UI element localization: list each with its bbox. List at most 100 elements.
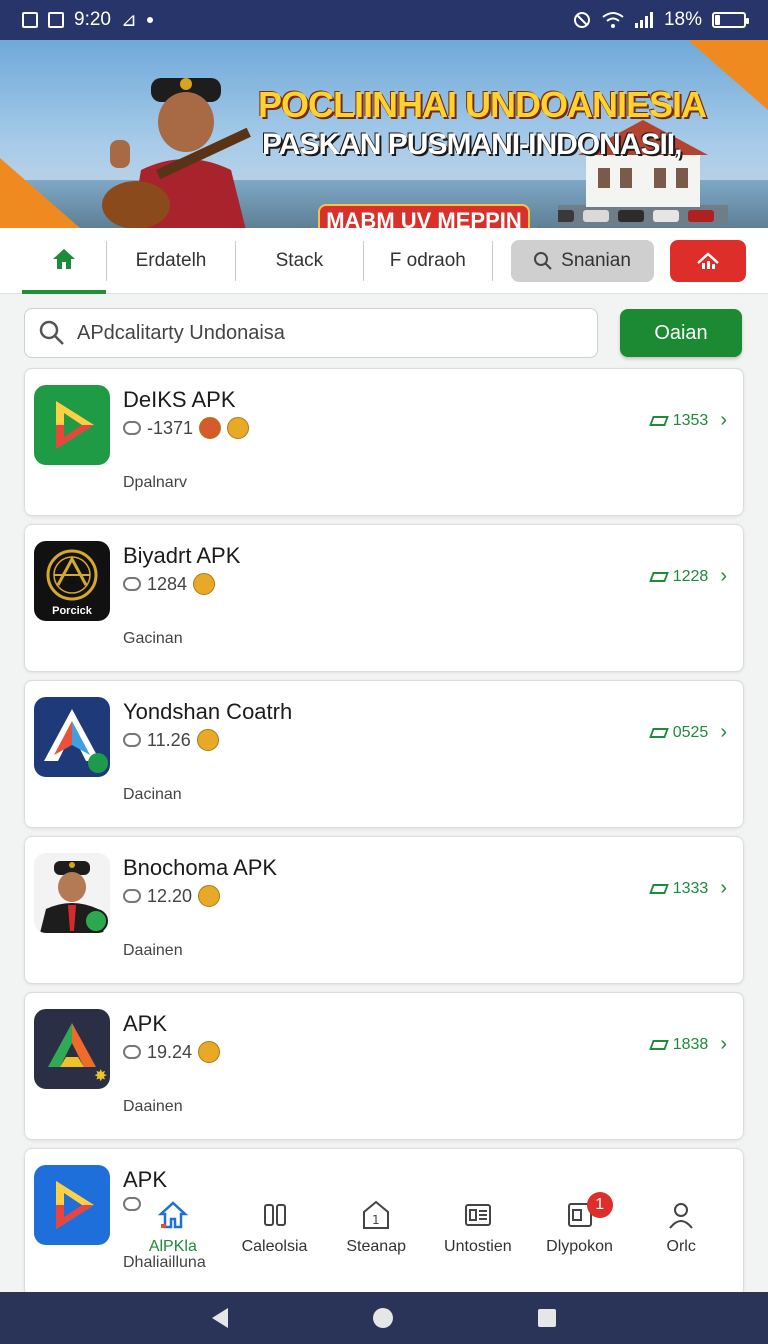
nav-item-caleolsia[interactable]: Caleolsia: [224, 1200, 326, 1256]
app-count: 1284: [147, 573, 188, 594]
nav-label: Orlc: [666, 1238, 696, 1255]
home-button-icon[interactable]: [372, 1308, 393, 1328]
nav-label: AlPKla: [148, 1238, 197, 1255]
back-button-icon[interactable]: [212, 1308, 229, 1328]
emoji-badge-icon: [227, 417, 250, 439]
app-name: APK: [123, 1167, 168, 1192]
notification-dot-icon: [146, 17, 153, 23]
notification-badge: 1: [586, 1192, 613, 1218]
comment-icon: [123, 577, 141, 591]
trend-icon: [648, 727, 669, 738]
trend-icon: [648, 415, 669, 426]
status-bar: 9:20 ⊿ 18%: [0, 0, 768, 40]
tab-f-odraoh[interactable]: F odraoh: [364, 239, 491, 283]
status-time: 9:20: [74, 9, 111, 30]
search-input-value: APdcalitarty Undonaisa: [77, 321, 285, 344]
app-category: Dacinan: [123, 786, 182, 803]
app-name: DeIKS APK: [123, 387, 236, 412]
play-logo-blue-icon: [34, 1165, 110, 1245]
bottom-navigation: AlPKla Caleolsia 1 Steanap Untostien 1 D…: [122, 1192, 732, 1280]
nav-label: Untostien: [444, 1238, 512, 1255]
tab-search-button[interactable]: Snanian: [510, 239, 654, 282]
app-count: -1371: [147, 417, 194, 438]
chevron-right-icon: ›: [720, 409, 727, 431]
search-input[interactable]: APdcalitarty Undonaisa: [24, 308, 598, 358]
app-category: Gacinan: [123, 630, 183, 647]
nav-item-home[interactable]: AlPKla: [122, 1200, 224, 1256]
triangle-logo-icon: [34, 697, 110, 777]
chart-icon: [696, 251, 719, 269]
app-rating-value: 1353: [672, 411, 709, 429]
app-list-item[interactable]: DeIKS APK -1371 Dpalnarv 1353 ›: [24, 368, 744, 516]
nav-item-dlypokon[interactable]: 1 Dlypokon: [529, 1192, 631, 1256]
app-rating-value: 1838: [672, 1035, 709, 1053]
document-icon: [464, 1204, 491, 1226]
tab-chart-button[interactable]: [669, 239, 747, 282]
search-icon: [39, 320, 64, 345]
chevron-right-icon: ›: [720, 565, 727, 587]
app-meta: 11.26: [123, 729, 219, 751]
app-category: Daainen: [123, 942, 183, 959]
emoji-badge-icon: [198, 885, 221, 907]
app-meta: 12.20: [123, 885, 221, 907]
status-left: 9:20 ⊿: [22, 9, 153, 32]
recent-apps-button-icon[interactable]: [537, 1309, 556, 1327]
app-count: 19.24: [147, 1041, 193, 1062]
wifi-icon: [602, 12, 624, 28]
do-not-disturb-icon: [573, 12, 590, 28]
play-store-icon: [34, 385, 110, 465]
app-name: Biyadrt APK: [123, 543, 241, 568]
battery-percent: 18%: [663, 9, 702, 30]
app-rating[interactable]: 1353 ›: [648, 409, 727, 432]
nav-item-orlc[interactable]: Orlc: [630, 1200, 732, 1256]
app-category: Dpalnarv: [123, 474, 188, 491]
chevron-right-icon: ›: [720, 721, 727, 743]
nav-label: Dlypokon: [546, 1238, 613, 1255]
app-list-item[interactable]: Yondshan Coatrh 11.26 Dacinan 0525 ›: [24, 680, 744, 828]
app-list-item[interactable]: Porcick Biyadrt APK 1284 Gacinan 1228 ›: [24, 524, 744, 672]
battery-fill: [715, 15, 721, 25]
app-meta: -1371: [123, 417, 250, 439]
svg-text:1: 1: [372, 1213, 380, 1227]
gallery-notification-icon: [22, 12, 38, 28]
app-rating-value: 1333: [672, 879, 709, 897]
columns-icon: [263, 1204, 286, 1226]
comment-icon: [123, 889, 141, 903]
app-rating-value: 1228: [672, 567, 709, 585]
tab-divider: [491, 240, 493, 281]
app-list-item[interactable]: ✸ APK 19.24 Daainen 1838 ›: [24, 992, 744, 1140]
tab-stack[interactable]: Stack: [236, 239, 363, 283]
emoji-badge-icon: [196, 729, 219, 751]
app-rating[interactable]: 1333 ›: [648, 877, 727, 900]
promo-banner[interactable]: POCLIINHAI UNDOANIESIA PASKAN PUSMANI-IN…: [0, 40, 768, 228]
chevron-right-icon: ›: [720, 877, 727, 899]
app-rating-value: 0525: [672, 723, 709, 741]
app-name: APK: [123, 1011, 168, 1036]
app-name: Yondshan Coatrh: [123, 699, 293, 724]
tab-home[interactable]: [22, 228, 107, 294]
tab-search-label: Snanian: [561, 249, 631, 271]
nav-item-untostien[interactable]: Untostien: [427, 1200, 529, 1256]
profile-icon: [669, 1203, 693, 1229]
app-list-item[interactable]: Bnochoma APK 12.20 Daainen 1333 ›: [24, 836, 744, 984]
emoji-badge-icon: [193, 573, 216, 595]
tab-erdatelh[interactable]: Erdatelh: [107, 239, 234, 283]
trend-icon: [648, 1039, 669, 1050]
emoji-badge-icon: [198, 1041, 221, 1063]
app-rating[interactable]: 0525 ›: [648, 721, 727, 744]
comment-icon: [123, 1045, 141, 1059]
search-submit-button[interactable]: Oaian: [620, 309, 742, 357]
emoji-badge-icon: [199, 417, 222, 439]
nav-item-steanap[interactable]: 1 Steanap: [325, 1200, 427, 1256]
chevron-right-icon: ›: [720, 1033, 727, 1055]
home-icon: [53, 248, 76, 269]
app-rating[interactable]: 1838 ›: [648, 1033, 727, 1056]
app-rating[interactable]: 1228 ›: [648, 565, 727, 588]
app-notification-icon: [48, 12, 64, 28]
banner-title: POCLIINHAI UNDOANIESIA: [258, 84, 707, 125]
app-meta: 19.24: [123, 1041, 221, 1063]
emblem-icon: Porcick: [34, 541, 110, 621]
banner-cta-button[interactable]: MABM UV MEPPIN: [318, 204, 530, 228]
app-meta: 1284: [123, 573, 216, 595]
nav-label: Caleolsia: [241, 1238, 308, 1255]
